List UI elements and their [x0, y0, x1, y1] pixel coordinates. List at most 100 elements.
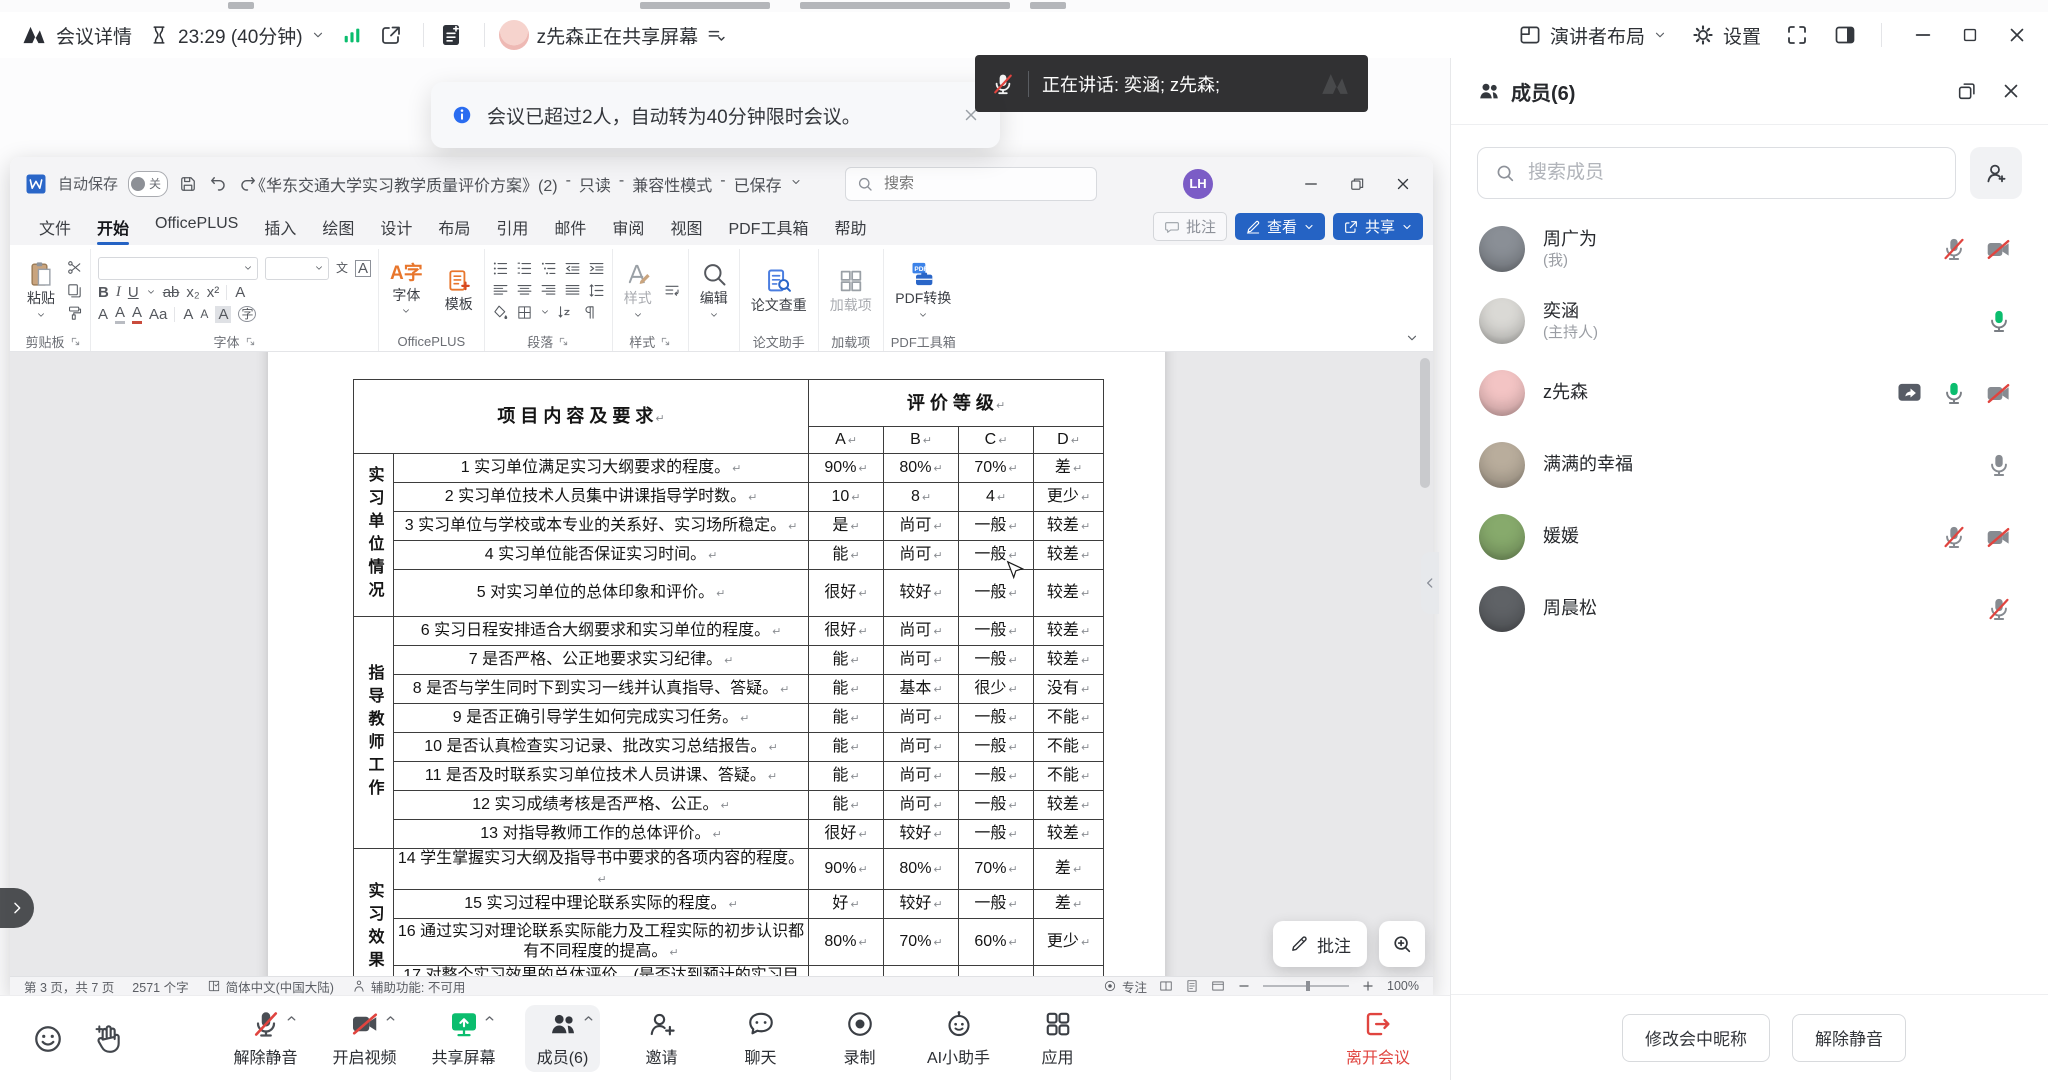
- bullet-list-icon[interactable]: [492, 260, 509, 277]
- saved-flag[interactable]: 已保存: [734, 172, 782, 196]
- text-effects-button[interactable]: A: [98, 307, 108, 322]
- change-case-button[interactable]: Aa: [149, 307, 167, 322]
- tab-布局[interactable]: 布局: [425, 209, 483, 245]
- member-row[interactable]: 奕涵(主持人): [1451, 285, 2048, 357]
- subscript-button[interactable]: x₂: [186, 285, 199, 300]
- edit-find-button[interactable]: 编辑: [696, 260, 732, 319]
- justify-icon[interactable]: [564, 282, 581, 299]
- maximize-button[interactable]: [1960, 25, 1980, 45]
- member-row[interactable]: 周晨松: [1451, 573, 2048, 645]
- page-info[interactable]: 第 3 页，共 7 页: [24, 977, 114, 996]
- decrease-indent-icon[interactable]: [564, 260, 581, 277]
- wrap-icon[interactable]: [663, 281, 681, 299]
- chevron-up-icon[interactable]: [483, 1012, 496, 1025]
- print-layout-icon[interactable]: [1185, 979, 1199, 993]
- zoom-slider[interactable]: [1263, 985, 1349, 987]
- raise-hand-button[interactable]: [92, 1023, 124, 1055]
- dialog-launcher-icon[interactable]: [70, 336, 81, 347]
- toolbar-item-invite[interactable]: 邀请: [612, 996, 711, 1080]
- chevron-down-icon[interactable]: [790, 176, 802, 196]
- meeting-details-button[interactable]: 会议详情: [20, 21, 132, 49]
- addins-button[interactable]: 加载项: [826, 267, 876, 313]
- shrink-font-button[interactable]: A: [200, 308, 208, 320]
- font-color-button[interactable]: A: [132, 305, 142, 324]
- network-signal-indicator[interactable]: [341, 24, 363, 46]
- toolbar-item-camera-off[interactable]: 开启视频: [315, 996, 414, 1080]
- word-account-avatar[interactable]: LH: [1183, 169, 1213, 199]
- tab-视图[interactable]: 视图: [657, 209, 715, 245]
- align-right-icon[interactable]: [540, 282, 557, 299]
- copy-icon[interactable]: [66, 282, 83, 299]
- font-size-select[interactable]: [265, 257, 329, 280]
- add-member-button[interactable]: [1970, 147, 2022, 199]
- member-row[interactable]: 周广为(我): [1451, 213, 2048, 285]
- paste-button[interactable]: 粘贴: [23, 260, 59, 319]
- cut-icon[interactable]: [66, 259, 83, 276]
- underline-button[interactable]: U: [128, 285, 139, 300]
- character-border-icon[interactable]: A: [355, 260, 371, 277]
- meeting-docs-button[interactable]: [438, 22, 464, 48]
- tab-PDF工具箱[interactable]: PDF工具箱: [715, 209, 821, 245]
- word-search-input[interactable]: [882, 174, 1056, 193]
- align-center-icon[interactable]: [516, 282, 533, 299]
- member-search-box[interactable]: [1477, 147, 1956, 199]
- bold-button[interactable]: B: [98, 285, 109, 300]
- chevron-up-icon[interactable]: [285, 1012, 298, 1025]
- officeplus-template-button[interactable]: 模板: [441, 268, 477, 312]
- layout-switcher[interactable]: 演讲者布局: [1518, 22, 1667, 49]
- read-mode-icon[interactable]: [1159, 979, 1173, 993]
- language-status[interactable]: 简体中文(中国大陆): [226, 977, 334, 996]
- tab-插入[interactable]: 插入: [251, 209, 309, 245]
- show-marks-icon[interactable]: [581, 304, 598, 321]
- shading-bucket-icon[interactable]: [492, 304, 509, 321]
- tab-审阅[interactable]: 审阅: [599, 209, 657, 245]
- dialog-launcher-icon[interactable]: [245, 336, 256, 347]
- toolbar-item-record[interactable]: 录制: [810, 996, 909, 1080]
- zoom-in-button[interactable]: [1361, 979, 1375, 993]
- pdf-convert-button[interactable]: PDF PDF转换: [891, 260, 955, 319]
- share-button[interactable]: 共享: [1333, 213, 1423, 240]
- line-spacing-icon[interactable]: [588, 282, 605, 299]
- styles-button[interactable]: 样式: [620, 260, 656, 319]
- side-panel-toggle[interactable]: [1833, 23, 1857, 47]
- ribbon-collapse-chevron[interactable]: [1405, 331, 1419, 345]
- enclose-characters-button[interactable]: 字: [238, 306, 256, 322]
- highlight-button[interactable]: A: [115, 305, 125, 324]
- collapse-panel-handle[interactable]: [1421, 552, 1439, 614]
- format-painter-icon[interactable]: [66, 305, 83, 322]
- member-search-input[interactable]: [1526, 161, 1939, 185]
- sort-icon[interactable]: [557, 304, 574, 321]
- dialog-launcher-icon[interactable]: [558, 336, 569, 347]
- focus-mode[interactable]: 专注: [1122, 977, 1147, 996]
- toolbar-item-members[interactable]: 成员(6): [513, 996, 612, 1080]
- superscript-button[interactable]: x²: [207, 285, 220, 300]
- tab-OfficePLUS[interactable]: OfficePLUS: [142, 209, 251, 245]
- toolbar-item-screen-share[interactable]: 共享屏幕: [414, 996, 513, 1080]
- comment-button[interactable]: 批注: [1153, 212, 1227, 241]
- word-count[interactable]: 2571 个字: [132, 977, 188, 996]
- settings-button[interactable]: 设置: [1691, 22, 1761, 49]
- chevron-up-icon[interactable]: [384, 1012, 397, 1025]
- tab-开始[interactable]: 开始: [84, 209, 142, 245]
- member-row[interactable]: 媛媛: [1451, 501, 2048, 573]
- document-scrollbar[interactable]: [1420, 358, 1430, 488]
- officeplus-font-button[interactable]: A字 字体: [386, 264, 427, 316]
- view-mode-button[interactable]: 查看: [1235, 213, 1325, 240]
- autosave-toggle[interactable]: 关: [128, 171, 168, 197]
- popout-panel-icon[interactable]: [1956, 80, 1978, 102]
- open-external-button[interactable]: [379, 23, 403, 47]
- font-name-select[interactable]: [98, 257, 258, 280]
- minimize-button[interactable]: [1912, 24, 1934, 46]
- shading-a-button[interactable]: A: [215, 306, 231, 323]
- close-button[interactable]: [2006, 24, 2028, 46]
- dialog-launcher-icon[interactable]: [660, 336, 671, 347]
- italic-button[interactable]: I: [116, 285, 121, 300]
- toolbar-item-apps[interactable]: 应用: [1008, 996, 1107, 1080]
- tab-设计[interactable]: 设计: [367, 209, 425, 245]
- word-search-box[interactable]: [845, 167, 1097, 201]
- magnify-button[interactable]: [1379, 921, 1425, 967]
- chevron-up-icon[interactable]: [582, 1012, 595, 1025]
- zoom-out-button[interactable]: [1237, 979, 1251, 993]
- leave-meeting-button[interactable]: 离开会议: [1346, 1009, 1410, 1068]
- borders-icon[interactable]: [516, 304, 533, 321]
